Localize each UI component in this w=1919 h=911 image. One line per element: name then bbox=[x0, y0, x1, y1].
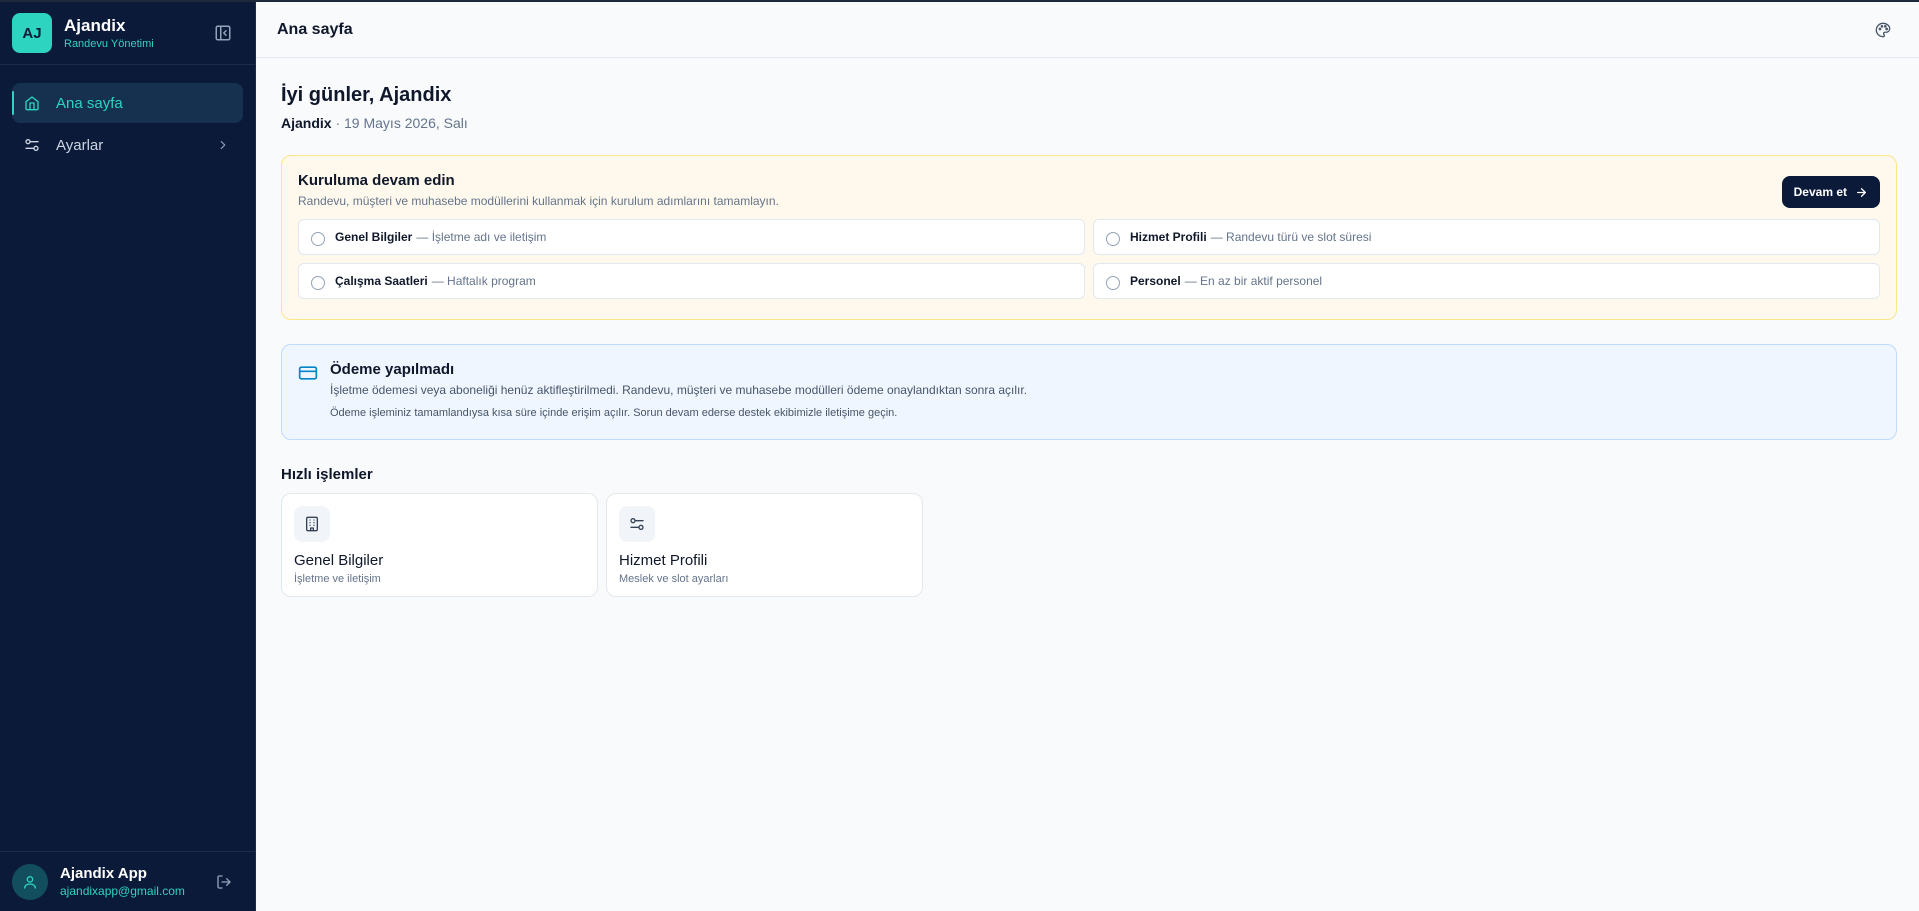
page-title: Ana sayfa bbox=[277, 20, 353, 38]
user-footer: Ajandix App ajandixapp@gmail.com bbox=[0, 851, 256, 911]
step-desc: — Haftalık program bbox=[431, 274, 536, 288]
top-bar: Ana sayfa bbox=[256, 2, 1919, 58]
theme-button[interactable] bbox=[1871, 18, 1895, 42]
quick-action-sub: İşletme ve iletişim bbox=[294, 573, 381, 585]
quick-action-name: Hizmet Profili bbox=[619, 552, 708, 569]
logout-button[interactable] bbox=[212, 870, 236, 894]
user-name: Ajandix App bbox=[60, 865, 147, 882]
panel-left-close-icon bbox=[215, 25, 231, 41]
sidebar-item-label: Ayarlar bbox=[56, 136, 104, 154]
step-desc: — İşletme adı ve iletişim bbox=[416, 230, 547, 244]
quick-action-sub: Meslek ve slot ayarları bbox=[619, 573, 729, 585]
step-desc: — En az bir aktif personel bbox=[1184, 274, 1323, 288]
sidebar: AJ Ajandix Randevu Yönetimi Ana sayfa Ay… bbox=[0, 2, 256, 911]
payment-title: Ödeme yapılmadı bbox=[330, 361, 455, 378]
main-area: Ana sayfa İyi günler, Ajandix Ajandix · … bbox=[256, 2, 1919, 911]
brand-text: Ajandix Randevu Yönetimi bbox=[64, 16, 211, 50]
step-radio bbox=[311, 275, 325, 290]
dashboard-content: İyi günler, Ajandix Ajandix · 19 Mayıs 2… bbox=[256, 58, 1919, 597]
quick-actions: Genel Bilgiler İşletme ve iletişim Hizme… bbox=[281, 493, 1894, 597]
home-icon bbox=[24, 95, 40, 111]
brand-subtitle: Randevu Yönetimi bbox=[64, 38, 154, 50]
step-name: Hizmet Profili bbox=[1130, 230, 1207, 244]
quick-action-genel-bilgiler[interactable]: Genel Bilgiler İşletme ve iletişim bbox=[281, 493, 598, 597]
sidebar-nav: Ana sayfa Ayarlar bbox=[0, 65, 255, 165]
arrow-right-icon bbox=[1857, 187, 1866, 197]
user-email: ajandixapp@gmail.com bbox=[60, 884, 185, 898]
sliders-icon bbox=[24, 137, 40, 153]
step-radio bbox=[311, 231, 325, 246]
step-name: Genel Bilgiler bbox=[335, 230, 413, 244]
greeting-subline: Ajandix · 19 Mayıs 2026, Salı bbox=[281, 115, 1894, 131]
sliders-icon bbox=[619, 506, 655, 542]
setup-steps: Genel Bilgiler — İşletme adı ve iletişim… bbox=[298, 219, 1880, 299]
sidebar-item-ana-sayfa[interactable]: Ana sayfa bbox=[12, 83, 243, 123]
setup-step-calisma-saatleri[interactable]: Çalışma Saatleri — Haftalık program bbox=[298, 263, 1085, 299]
sidebar-item-label: Ana sayfa bbox=[56, 94, 123, 112]
brand-header: AJ Ajandix Randevu Yönetimi bbox=[0, 2, 255, 65]
step-radio bbox=[1106, 275, 1120, 290]
org-name: Ajandix bbox=[281, 115, 332, 131]
logout-icon bbox=[217, 874, 231, 889]
date-text: · 19 Mayıs 2026, Salı bbox=[331, 115, 468, 131]
credit-card-icon bbox=[298, 366, 318, 380]
avatar[interactable] bbox=[12, 863, 48, 900]
chevron-right-icon bbox=[215, 137, 231, 153]
collapse-sidebar-button[interactable] bbox=[211, 21, 235, 45]
building-icon bbox=[294, 506, 330, 542]
quick-action-hizmet-profili[interactable]: Hizmet Profili Meslek ve slot ayarları bbox=[606, 493, 923, 597]
payment-alert: Ödeme yapılmadı İşletme ödemesi veya abo… bbox=[281, 344, 1897, 440]
payment-text: Ödeme yapılmadı İşletme ödemesi veya abo… bbox=[330, 361, 1027, 423]
sidebar-item-ayarlar[interactable]: Ayarlar bbox=[12, 125, 243, 165]
payment-description: İşletme ödemesi veya aboneliği henüz akt… bbox=[330, 383, 1028, 397]
setup-title: Kuruluma devam edin bbox=[298, 172, 455, 189]
quick-actions-title: Hızlı işlemler bbox=[281, 466, 373, 483]
continue-button-label: Devam et bbox=[1793, 185, 1847, 199]
setup-step-hizmet-profili[interactable]: Hizmet Profili — Randevu türü ve slot sü… bbox=[1093, 219, 1880, 255]
user-info: Ajandix App ajandixapp@gmail.com bbox=[60, 865, 212, 898]
palette-icon bbox=[1875, 22, 1891, 37]
setup-step-personel[interactable]: Personel — En az bir aktif personel bbox=[1093, 263, 1880, 299]
payment-note: Ödeme işleminiz tamamlandıysa kısa süre … bbox=[330, 407, 898, 419]
brand-name: Ajandix bbox=[64, 16, 126, 35]
step-name: Çalışma Saatleri bbox=[335, 274, 428, 288]
quick-action-name: Genel Bilgiler bbox=[294, 552, 384, 569]
step-name: Personel bbox=[1130, 274, 1181, 288]
setup-step-genel-bilgiler[interactable]: Genel Bilgiler — İşletme adı ve iletişim bbox=[298, 219, 1085, 255]
step-desc: — Randevu türü ve slot süresi bbox=[1210, 230, 1372, 244]
user-icon bbox=[24, 875, 36, 889]
brand-avatar: AJ bbox=[12, 13, 52, 53]
greeting-heading: İyi günler, Ajandix bbox=[281, 84, 452, 106]
setup-card: Kuruluma devam edin Randevu, müşteri ve … bbox=[281, 155, 1897, 320]
step-radio bbox=[1106, 231, 1120, 246]
setup-description: Randevu, müşteri ve muhasebe modüllerini… bbox=[298, 194, 779, 208]
continue-button[interactable]: Devam et bbox=[1781, 176, 1880, 208]
